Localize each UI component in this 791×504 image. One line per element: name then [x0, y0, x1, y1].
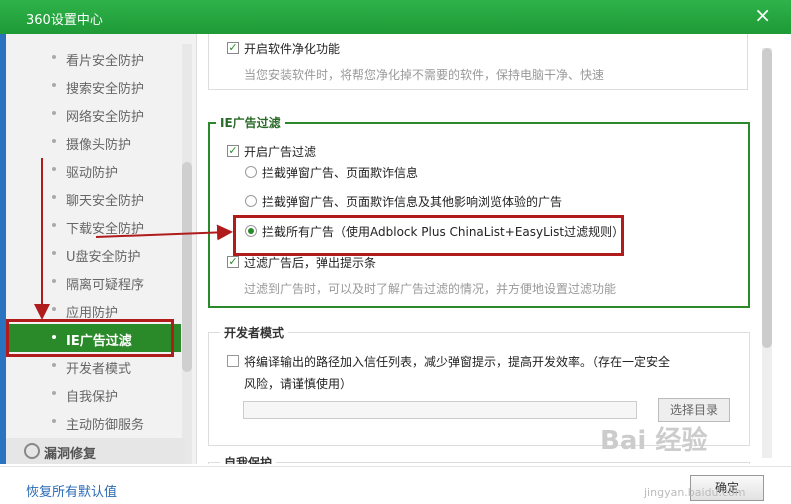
annotation-arrows: [34, 158, 233, 320]
settings-window: 360设置中心 × 看片安全防护 搜索安全防护 网络安全防护 摄像头防护 驱动防…: [0, 0, 791, 504]
annotation-arrow-right: [95, 224, 233, 241]
